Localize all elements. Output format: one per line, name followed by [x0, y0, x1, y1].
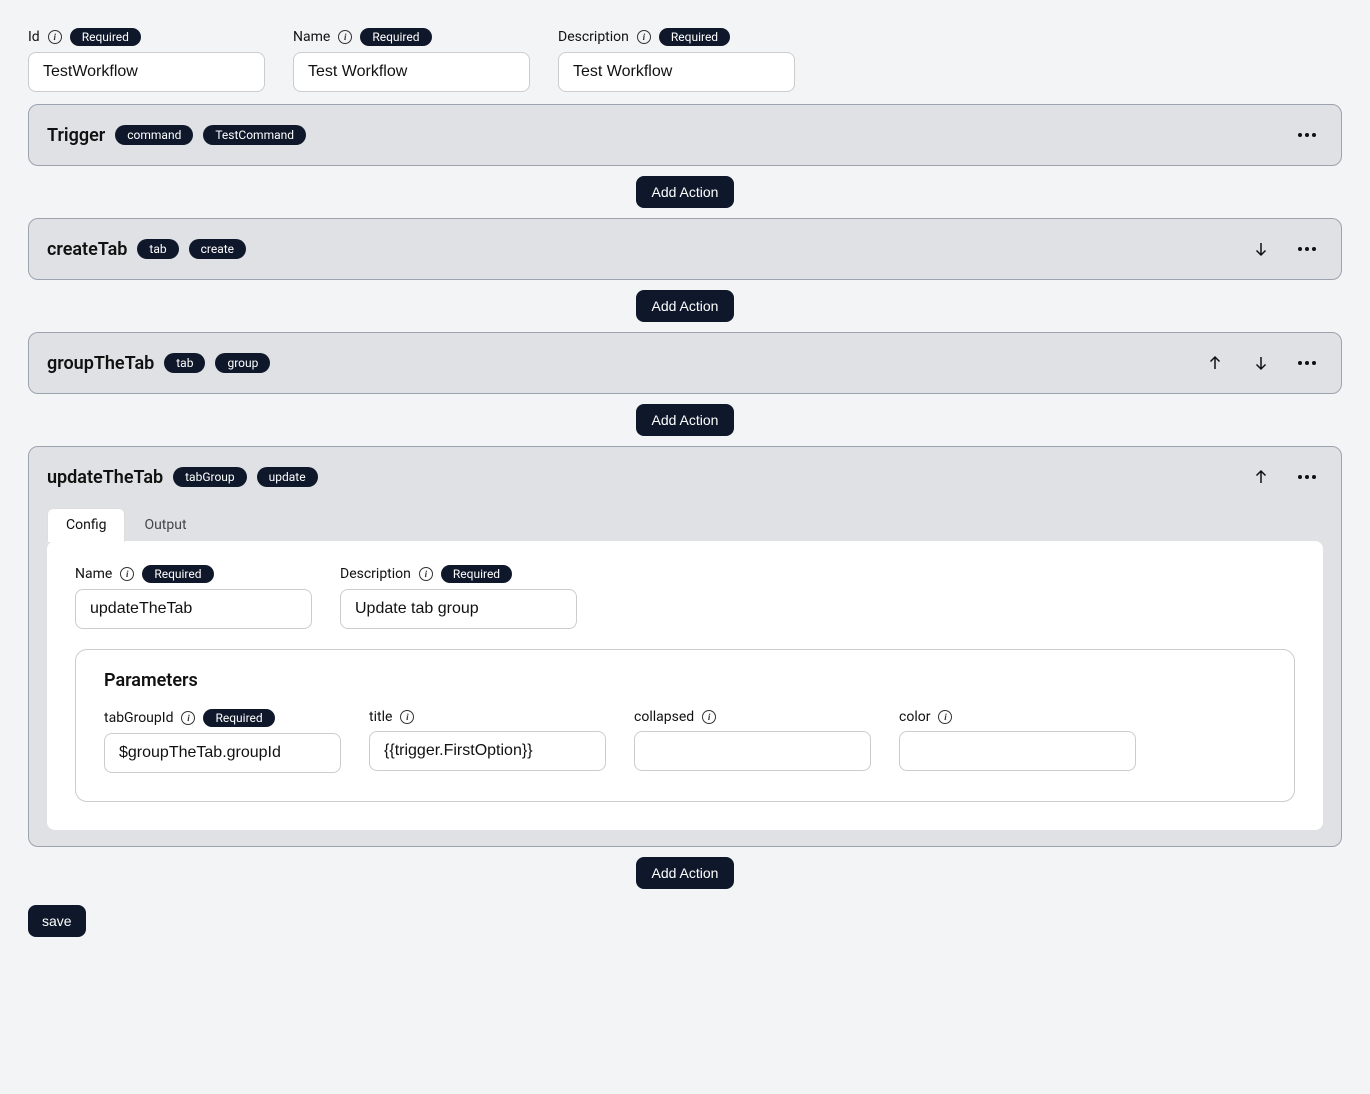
- required-badge: Required: [203, 709, 274, 727]
- dots-icon: [1298, 247, 1316, 251]
- workflow-name-input[interactable]: [293, 52, 530, 92]
- param-collapsed-field: collapsed: [634, 709, 871, 773]
- add-action-button[interactable]: Add Action: [636, 857, 735, 889]
- info-icon: [637, 30, 651, 44]
- arrow-down-icon: [1252, 240, 1270, 258]
- save-button[interactable]: save: [28, 905, 86, 937]
- param-color-input[interactable]: [899, 731, 1136, 771]
- info-icon: [181, 711, 195, 725]
- more-button[interactable]: [1291, 119, 1323, 151]
- trigger-title: Trigger: [47, 125, 105, 146]
- trigger-tag: TestCommand: [203, 125, 306, 145]
- arrow-up-icon: [1206, 354, 1224, 372]
- description-label: Description: [558, 29, 629, 45]
- required-badge: Required: [70, 28, 141, 46]
- tab-output[interactable]: Output: [125, 508, 205, 542]
- action-tag: update: [257, 467, 318, 487]
- name-label: Name: [293, 29, 330, 45]
- param-label: collapsed: [634, 709, 694, 725]
- arrow-up-icon: [1252, 468, 1270, 486]
- config-panel: Name Required Description Required Param…: [47, 541, 1323, 830]
- action-title: groupTheTab: [47, 353, 154, 374]
- action-card-updateTheTab: updateTheTab tabGroup update Config Outp…: [28, 446, 1342, 847]
- more-button[interactable]: [1291, 347, 1323, 379]
- info-icon: [120, 567, 134, 581]
- action-tag: tab: [164, 353, 205, 373]
- add-action-button[interactable]: Add Action: [636, 176, 735, 208]
- action-name-input[interactable]: [75, 589, 312, 629]
- required-badge: Required: [441, 565, 512, 583]
- info-icon: [48, 30, 62, 44]
- more-button[interactable]: [1291, 461, 1323, 493]
- param-label: tabGroupId: [104, 710, 173, 726]
- info-icon: [419, 567, 433, 581]
- action-card-createTab: createTab tab create: [28, 218, 1342, 280]
- info-icon: [938, 710, 952, 724]
- move-up-button[interactable]: [1199, 347, 1231, 379]
- action-description-input[interactable]: [340, 589, 577, 629]
- param-label: title: [369, 709, 392, 725]
- workflow-id-field: Id Required: [28, 28, 265, 92]
- required-badge: Required: [142, 565, 213, 583]
- trigger-tag: command: [115, 125, 193, 145]
- dots-icon: [1298, 475, 1316, 479]
- param-tabGroupId-input[interactable]: [104, 733, 341, 773]
- move-down-button[interactable]: [1245, 233, 1277, 265]
- trigger-card: Trigger command TestCommand: [28, 104, 1342, 166]
- dots-icon: [1298, 133, 1316, 137]
- param-collapsed-input[interactable]: [634, 731, 871, 771]
- add-action-button[interactable]: Add Action: [636, 290, 735, 322]
- workflow-description-field: Description Required: [558, 28, 795, 92]
- param-label: color: [899, 709, 930, 725]
- arrow-down-icon: [1252, 354, 1270, 372]
- move-down-button[interactable]: [1245, 347, 1277, 379]
- workflow-name-field: Name Required: [293, 28, 530, 92]
- param-title-input[interactable]: [369, 731, 606, 771]
- add-action-button[interactable]: Add Action: [636, 404, 735, 436]
- more-button[interactable]: [1291, 233, 1323, 265]
- param-title-field: title: [369, 709, 606, 773]
- dots-icon: [1298, 361, 1316, 365]
- action-card-groupTheTab: groupTheTab tab group: [28, 332, 1342, 394]
- action-description-field: Description Required: [340, 565, 577, 629]
- workflow-id-input[interactable]: [28, 52, 265, 92]
- description-label: Description: [340, 566, 411, 582]
- param-color-field: color: [899, 709, 1136, 773]
- required-badge: Required: [659, 28, 730, 46]
- workflow-description-input[interactable]: [558, 52, 795, 92]
- name-label: Name: [75, 566, 112, 582]
- tab-config[interactable]: Config: [47, 508, 125, 542]
- action-tag: create: [189, 239, 246, 259]
- action-name-field: Name Required: [75, 565, 312, 629]
- info-icon: [702, 710, 716, 724]
- action-tag: tabGroup: [173, 467, 247, 487]
- parameters-panel: Parameters tabGroupId Required title: [75, 649, 1295, 802]
- action-tag: tab: [137, 239, 178, 259]
- action-tag: group: [215, 353, 270, 373]
- info-icon: [400, 710, 414, 724]
- action-title: createTab: [47, 239, 127, 260]
- param-tabGroupId-field: tabGroupId Required: [104, 709, 341, 773]
- move-up-button[interactable]: [1245, 461, 1277, 493]
- info-icon: [338, 30, 352, 44]
- action-title: updateTheTab: [47, 467, 163, 488]
- required-badge: Required: [360, 28, 431, 46]
- parameters-heading: Parameters: [104, 670, 1266, 691]
- id-label: Id: [28, 29, 40, 45]
